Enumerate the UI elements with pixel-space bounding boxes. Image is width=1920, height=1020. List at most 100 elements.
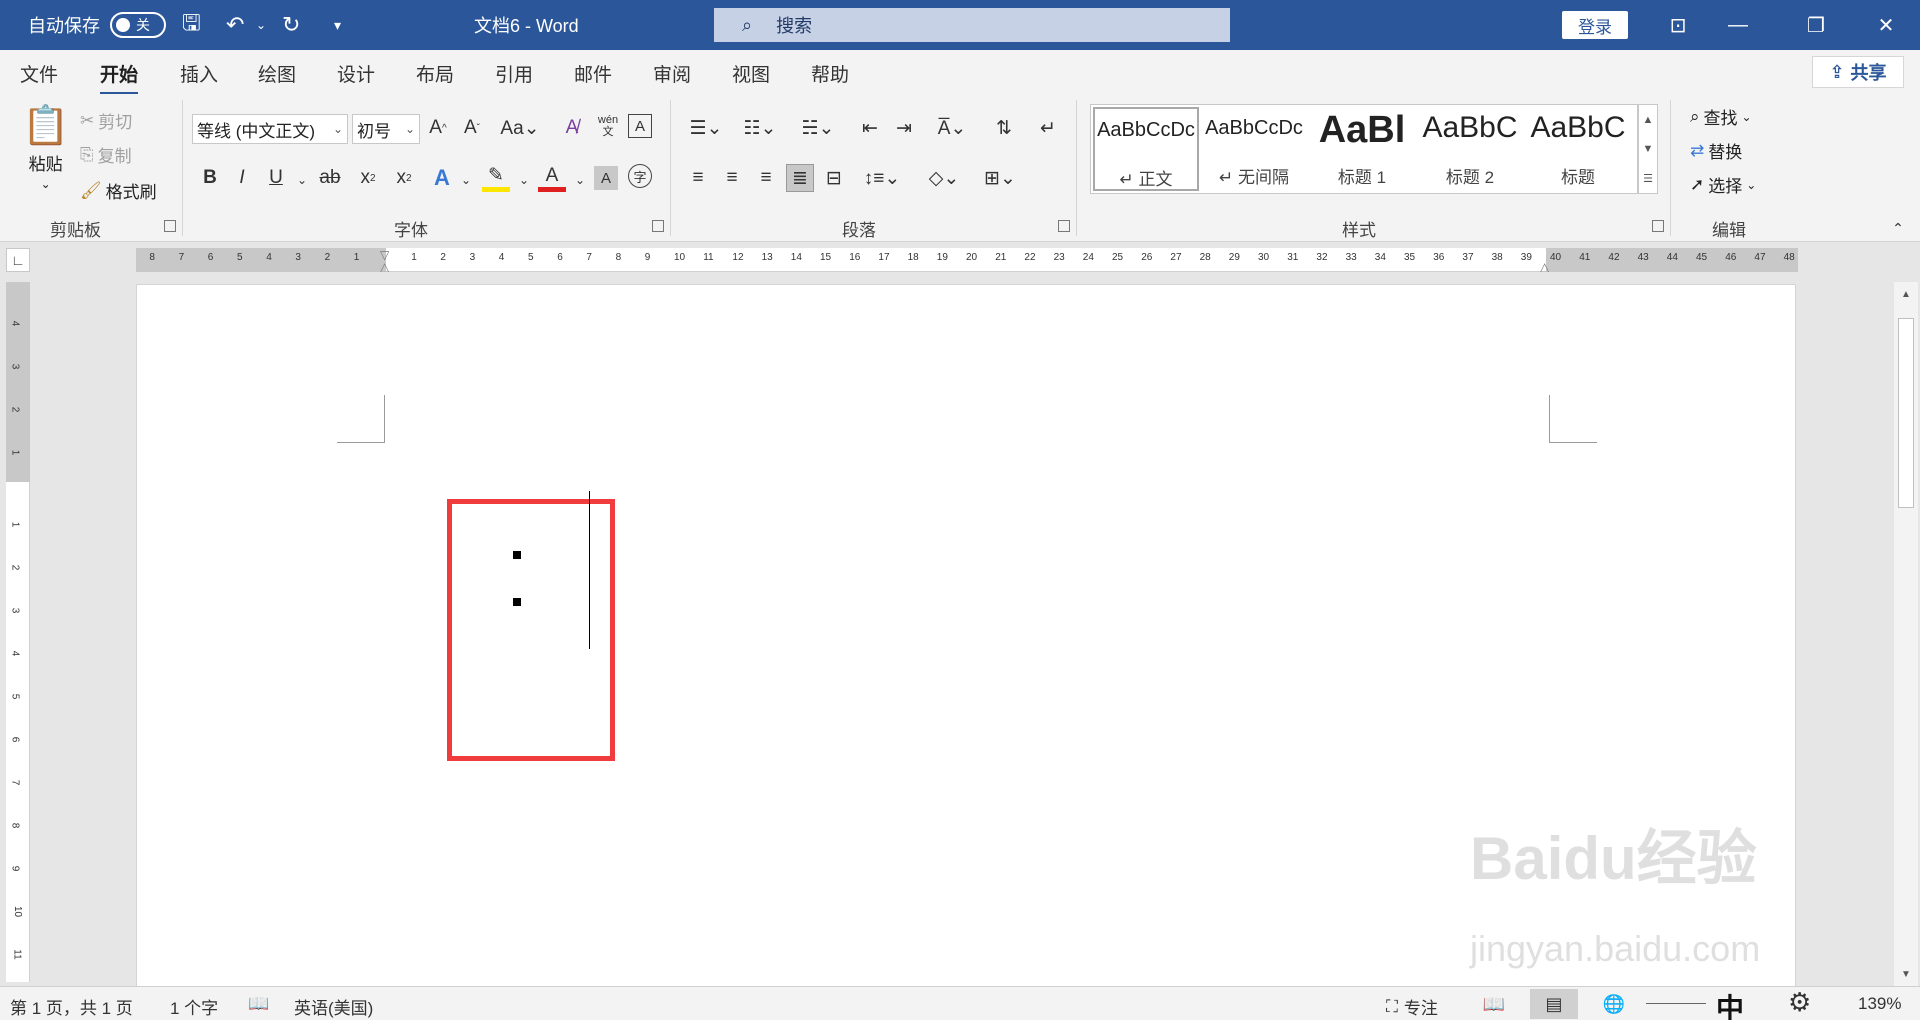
find-button[interactable]: ⌕ 查找 ⌄: [1690, 104, 1752, 129]
enclose-characters-icon[interactable]: 字: [628, 164, 652, 188]
scroll-down-icon[interactable]: ▼: [1898, 966, 1914, 982]
chevron-down-icon[interactable]: ⌄: [288, 166, 316, 194]
tab-insert[interactable]: 插入: [180, 60, 218, 87]
save-icon[interactable]: 🖫: [182, 0, 201, 50]
tab-file[interactable]: 文件: [20, 60, 58, 87]
highlighter-icon[interactable]: ✎: [482, 164, 510, 192]
clipboard-launcher-icon[interactable]: [164, 220, 176, 232]
tab-view[interactable]: 视图: [732, 60, 770, 87]
style-title[interactable]: AaBbC 标题: [1525, 107, 1631, 191]
chevron-up-icon[interactable]: ▲: [1643, 114, 1654, 126]
close-icon[interactable]: ✕: [1856, 0, 1916, 50]
phonetic-guide-icon[interactable]: wén 文: [594, 112, 622, 140]
tab-draw[interactable]: 绘图: [258, 60, 296, 87]
font-color-icon[interactable]: A: [538, 164, 566, 192]
language-indicator[interactable]: 英语(美国): [294, 994, 373, 1019]
font-name-combo[interactable]: 等线 (中文正文) ⌄: [192, 114, 348, 144]
select-button[interactable]: ➚ 选择 ⌄: [1690, 172, 1756, 197]
tab-mailings[interactable]: 邮件: [574, 60, 612, 87]
change-case-icon[interactable]: Aa⌄: [500, 114, 540, 142]
style-heading-2[interactable]: AaBbC 标题 2: [1417, 107, 1523, 191]
increase-indent-icon[interactable]: ⇥: [890, 114, 918, 142]
align-center-icon[interactable]: ≡: [718, 164, 746, 192]
style-heading-1[interactable]: AaBl 标题 1: [1309, 107, 1415, 191]
replace-button[interactable]: ⇄ 替换: [1690, 138, 1742, 163]
tab-help[interactable]: 帮助: [811, 60, 849, 87]
tab-references[interactable]: 引用: [495, 60, 533, 87]
multilevel-list-icon[interactable]: ☵⌄: [796, 114, 840, 142]
font-size-combo[interactable]: 初号 ⌄: [352, 114, 420, 144]
read-mode-icon[interactable]: 📖: [1470, 989, 1518, 1019]
align-right-icon[interactable]: ≡: [752, 164, 780, 192]
scroll-thumb[interactable]: [1898, 318, 1914, 508]
style-normal[interactable]: AaBbCcDc ↵ 正文: [1093, 107, 1199, 191]
chevron-down-icon[interactable]: ⌄: [452, 166, 480, 194]
settings-icon[interactable]: ⚙: [1788, 987, 1811, 1018]
underline-icon[interactable]: U: [262, 164, 290, 192]
print-layout-icon[interactable]: ▤: [1530, 989, 1578, 1019]
vertical-ruler[interactable]: 4 3 2 1 1 2 3 4 5 6 7 8 9 10 11: [6, 282, 30, 982]
line-spacing-icon[interactable]: ↕≡⌄: [860, 164, 904, 192]
redo-icon[interactable]: ↻: [282, 0, 300, 50]
tab-selector-icon[interactable]: ∟: [6, 248, 30, 272]
vertical-scrollbar[interactable]: ▲ ▼: [1894, 282, 1918, 986]
chevron-down-icon[interactable]: ⌄: [510, 166, 538, 194]
ime-indicator[interactable]: 中: [1716, 987, 1744, 1020]
format-painter-button[interactable]: 🖌 格式刷: [80, 178, 157, 203]
character-shading-icon[interactable]: A: [594, 166, 618, 190]
autosave-toggle[interactable]: 关: [110, 0, 166, 50]
proofing-icon[interactable]: 📖: [248, 994, 269, 1014]
numbering-icon[interactable]: ☷⌄: [738, 114, 782, 142]
ribbon-display-options-icon[interactable]: ⊡: [1648, 0, 1708, 50]
align-left-icon[interactable]: ≡: [684, 164, 712, 192]
more-styles-icon[interactable]: ☰: [1643, 172, 1653, 185]
tab-home[interactable]: 开始: [100, 60, 139, 95]
tab-design[interactable]: 设计: [337, 60, 375, 87]
cut-button[interactable]: ✂ 剪切: [80, 108, 132, 133]
justify-icon[interactable]: ≣: [786, 164, 814, 192]
distributed-icon[interactable]: ⊟: [820, 164, 848, 192]
show-formatting-icon[interactable]: ↵: [1034, 114, 1062, 142]
tab-layout[interactable]: 布局: [416, 60, 454, 87]
borders-icon[interactable]: ⊞⌄: [978, 164, 1022, 192]
collapse-ribbon-icon[interactable]: ⌃: [1884, 214, 1912, 242]
word-count[interactable]: 1 个字: [170, 994, 218, 1019]
italic-icon[interactable]: I: [228, 164, 256, 192]
styles-launcher-icon[interactable]: [1652, 220, 1664, 232]
chevron-down-icon[interactable]: ⌄: [566, 166, 594, 194]
page-count[interactable]: 第 1 页，共 1 页: [10, 994, 133, 1019]
grow-font-icon[interactable]: A ^: [424, 114, 452, 142]
horizontal-ruler[interactable]: 8 7 6 5 4 3 2 1 1 2 3 4 5 6 7 8 9 10 11 12 13 14 15 16 17 18 19 20 2…: [136, 248, 1798, 274]
zoom-slider[interactable]: [1646, 1003, 1706, 1004]
focus-button[interactable]: ⛶ 专注: [1386, 994, 1438, 1019]
strikethrough-icon[interactable]: ab: [316, 164, 344, 192]
tab-review[interactable]: 审阅: [653, 60, 691, 87]
shading-icon[interactable]: ◇⌄: [922, 164, 966, 192]
search-input[interactable]: ⌕ 搜索: [714, 8, 1230, 42]
web-layout-icon[interactable]: 🌐: [1590, 989, 1638, 1019]
styles-scroll[interactable]: ▲ ▼ ☰: [1638, 104, 1658, 194]
subscript-icon[interactable]: x2: [354, 164, 382, 192]
zoom-level[interactable]: 139%: [1858, 994, 1901, 1014]
login-button[interactable]: 登录: [1562, 11, 1628, 39]
decrease-indent-icon[interactable]: ⇤: [856, 114, 884, 142]
clear-formatting-icon[interactable]: A̸: [558, 114, 586, 142]
sort-icon[interactable]: ⇅: [990, 114, 1018, 142]
style-no-spacing[interactable]: AaBbCcDc ↵ 无间隔: [1201, 107, 1307, 191]
font-launcher-icon[interactable]: [652, 220, 664, 232]
share-button[interactable]: ⇪ 共享: [1812, 56, 1904, 88]
bullets-icon[interactable]: ☰⌄: [684, 114, 728, 142]
paste-button[interactable]: 📋 粘贴 ⌄: [22, 104, 69, 191]
chevron-down-icon[interactable]: ▼: [1643, 143, 1654, 155]
paragraph-launcher-icon[interactable]: [1058, 220, 1070, 232]
scroll-up-icon[interactable]: ▲: [1898, 286, 1914, 302]
minimize-icon[interactable]: —: [1708, 0, 1768, 50]
undo-dropdown-icon[interactable]: ⌄: [256, 0, 266, 50]
asian-layout-icon[interactable]: A̅⌄: [930, 114, 974, 142]
customize-toolbar-icon[interactable]: ▾: [334, 0, 341, 50]
copy-button[interactable]: ⎘ 复制: [80, 142, 132, 167]
undo-icon[interactable]: ↶: [226, 0, 244, 50]
bold-icon[interactable]: B: [196, 164, 224, 192]
restore-icon[interactable]: ❐: [1786, 0, 1846, 50]
character-border-icon[interactable]: A: [628, 114, 652, 138]
